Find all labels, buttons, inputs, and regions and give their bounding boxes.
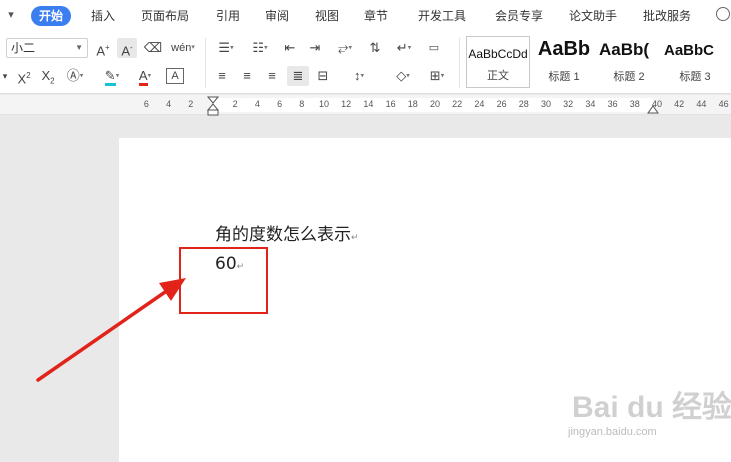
font-color-icon[interactable]: A▾ — [132, 66, 158, 86]
subscript-icon[interactable]: X2 — [38, 66, 58, 86]
chevron-down-icon[interactable]: ▾ — [4, 8, 18, 22]
tab-insert[interactable]: 插入 — [91, 6, 115, 26]
shrink-font-icon[interactable]: A- — [117, 38, 137, 58]
borders-icon[interactable]: ⊞▾ — [423, 66, 451, 86]
clear-format-icon[interactable]: ⌫ — [143, 38, 163, 58]
watermark-logo: Bai du 经验 — [572, 391, 731, 424]
toolbar-divider — [205, 38, 206, 88]
style-sample: AaBbCcDd — [468, 47, 528, 61]
tab-view[interactable]: 视图 — [315, 6, 339, 26]
text-effect-icon[interactable]: Ⓐ▾ — [63, 66, 87, 86]
tab-correction-service[interactable]: 批改服务 — [643, 6, 691, 26]
ruler-number: 30 — [540, 99, 551, 109]
font-size-value: 小二 — [11, 41, 36, 55]
style-normal[interactable]: AaBbCcDd 正文 — [466, 36, 530, 88]
char-border-icon[interactable]: A — [166, 68, 184, 84]
highlight-color-icon[interactable]: ✎▾ — [99, 66, 125, 86]
horizontal-ruler[interactable]: 6 4 2 2 4 6 8 10 12 14 16 18 20 22 24 26 28 30 32 34 36 38 40 4… — [0, 95, 731, 116]
align-right-icon[interactable]: ≡ — [262, 66, 282, 86]
line-spacing-icon[interactable]: ↕▾ — [345, 66, 373, 86]
chinese-layout-icon[interactable]: ⥂▾ — [331, 38, 359, 58]
ribbon-toolbar: 小二 ▼ A+ A- ⌫ wén▾ ▾ X2 X2 Ⓐ▾ ✎▾ A▾ A ☰▾ … — [0, 32, 731, 94]
style-sample: AaBbC — [664, 42, 715, 59]
style-sample: AaBb — [537, 38, 591, 60]
tab-paper-assistant[interactable]: 论文助手 — [569, 6, 617, 26]
ruler-number: 12 — [341, 99, 352, 109]
ruler-number: 46 — [718, 99, 729, 109]
ruler-number: 2 — [188, 99, 194, 109]
style-heading-3[interactable]: AaBbC 标题 3 — [662, 36, 728, 88]
style-sample: AaBb( — [599, 40, 650, 59]
tab-member[interactable]: 会员专享 — [495, 6, 543, 26]
style-heading-1[interactable]: AaBb 标题 1 — [532, 36, 596, 88]
distributed-align-icon[interactable]: ⊟ — [313, 66, 333, 86]
style-heading-2[interactable]: AaBb( 标题 2 — [597, 36, 661, 88]
show-marks-icon[interactable]: ↵▾ — [390, 38, 418, 58]
ruler-number: 8 — [299, 99, 305, 109]
wps-writer-window: ▾ 开始 插入 页面布局 引用 审阅 视图 章节 开发工具 会员专享 论文助手 … — [0, 0, 731, 462]
increase-indent-icon[interactable]: ⇥ — [305, 38, 325, 58]
ruler-number: 18 — [407, 99, 418, 109]
style-label: 标题 3 — [679, 71, 711, 83]
style-label: 标题 1 — [548, 71, 580, 83]
ruler-number: 2 — [232, 99, 238, 109]
pinyin-guide-icon[interactable]: wén▾ — [168, 38, 198, 58]
bullet-list-icon[interactable]: ☰▾ — [212, 38, 240, 58]
ruler-number: 28 — [518, 99, 529, 109]
paragraph-mark: ↵ — [351, 233, 359, 243]
ruler-number: 4 — [166, 99, 172, 109]
annotation-highlight-box — [179, 247, 268, 314]
ruler-number: 34 — [585, 99, 596, 109]
ruler-number: 10 — [318, 99, 329, 109]
ruler-number: 36 — [607, 99, 618, 109]
align-left-icon[interactable]: ≡ — [212, 66, 232, 86]
chevron-down-icon[interactable]: ▾ — [0, 66, 10, 86]
ruler-number: 4 — [254, 99, 260, 109]
ruler-number: 32 — [563, 99, 574, 109]
style-label: 标题 2 — [613, 71, 645, 83]
justify-icon[interactable]: ≣ — [287, 66, 309, 86]
numbered-list-icon[interactable]: ☷▾ — [246, 38, 274, 58]
tab-home[interactable]: 开始 — [31, 6, 72, 26]
ruler-number: 24 — [474, 99, 485, 109]
sort-icon[interactable]: ⇅ — [365, 38, 385, 58]
tab-developer[interactable]: 开发工具 — [418, 6, 466, 26]
tab-references[interactable]: 引用 — [216, 6, 240, 26]
superscript-icon[interactable]: X2 — [14, 66, 34, 86]
font-size-select[interactable]: 小二 ▼ — [6, 38, 88, 58]
indent-marker-icon[interactable] — [207, 96, 219, 116]
toolbar-divider — [459, 38, 460, 88]
tab-page-layout[interactable]: 页面布局 — [141, 6, 189, 26]
ruler-number: 44 — [696, 99, 707, 109]
ruler-number: 42 — [674, 99, 685, 109]
style-gallery: AaBbCcDd 正文 AaBb 标题 1 AaBb( 标题 2 AaBbC 标… — [464, 36, 731, 90]
ruler-number: 6 — [143, 99, 149, 109]
ruler-number: 14 — [363, 99, 374, 109]
menu-bar: ▾ 开始 插入 页面布局 引用 审阅 视图 章节 开发工具 会员专享 论文助手 … — [0, 0, 731, 32]
tab-chapter[interactable]: 章节 — [364, 6, 388, 26]
ruler-toggle-icon[interactable]: ▭ — [424, 38, 444, 58]
right-indent-marker-icon[interactable] — [647, 101, 659, 115]
ruler-number: 22 — [452, 99, 463, 109]
doc-text: 角的度数怎么表示 — [215, 225, 351, 245]
chevron-down-icon: ▼ — [75, 43, 83, 52]
ruler-number: 6 — [277, 99, 283, 109]
ruler-number: 20 — [429, 99, 440, 109]
search-icon[interactable] — [716, 7, 730, 21]
ruler-number: 38 — [629, 99, 640, 109]
style-label: 正文 — [487, 70, 509, 82]
decrease-indent-icon[interactable]: ⇤ — [280, 38, 300, 58]
align-center-icon[interactable]: ≡ — [237, 66, 257, 86]
ruler-number: 16 — [385, 99, 396, 109]
grow-font-icon[interactable]: A+ — [94, 38, 112, 58]
shading-icon[interactable]: ◇▾ — [389, 66, 417, 86]
watermark-url: jingyan.baidu.com — [568, 426, 657, 438]
doc-line-question[interactable]: 角的度数怎么表示↵ — [215, 220, 359, 245]
tab-review[interactable]: 审阅 — [265, 6, 289, 26]
ruler-number: 26 — [496, 99, 507, 109]
baidu-jingyan-watermark: Bai du 经验 jingyan.baidu.com — [560, 378, 731, 458]
